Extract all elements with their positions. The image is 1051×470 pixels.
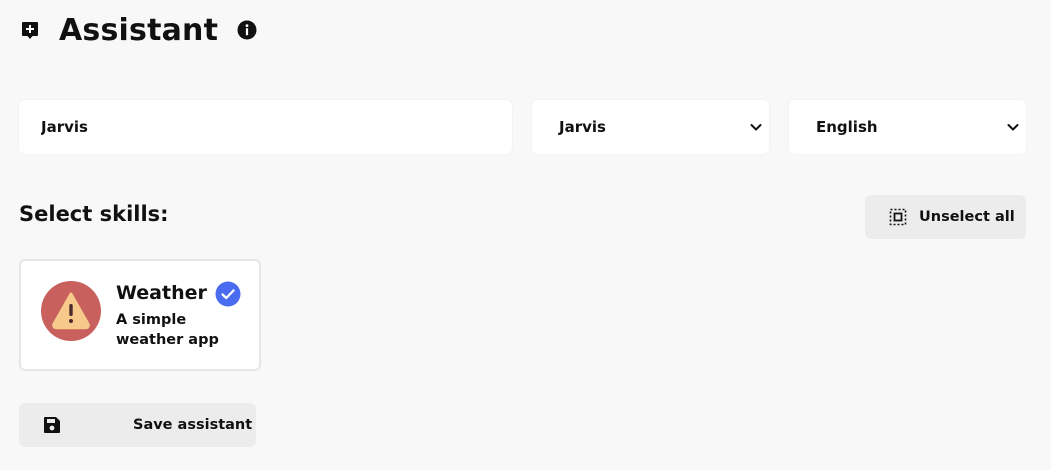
skill-name: Weather [116, 282, 207, 304]
assistant-page: Assistant Jarvis English Select skills: [0, 0, 1051, 470]
skill-card-weather[interactable]: Weather A simple weather app [19, 259, 261, 371]
language-select[interactable]: English [789, 100, 1026, 154]
skills-heading: Select skills: [19, 202, 169, 226]
save-assistant-button[interactable]: Save assistant [19, 403, 256, 447]
save-assistant-label: Save assistant [133, 417, 253, 433]
deselect-icon [889, 208, 907, 226]
assistant-name-field[interactable] [19, 100, 512, 154]
warning-icon [41, 281, 101, 341]
language-select-value: English [816, 118, 878, 136]
chevron-down-icon [749, 120, 763, 134]
unselect-all-label: Unselect all [919, 209, 1015, 225]
check-circle-icon[interactable] [215, 281, 241, 307]
floppy-disk-icon [43, 416, 61, 434]
skill-description: A simple weather app [116, 312, 219, 348]
assistant-plus-icon [20, 20, 40, 40]
page-header: Assistant [20, 10, 257, 50]
voice-select[interactable]: Jarvis [532, 100, 769, 154]
page-title: Assistant [59, 12, 219, 48]
assistant-name-input[interactable] [19, 100, 512, 154]
info-icon[interactable] [237, 20, 257, 40]
chevron-down-icon [1006, 120, 1020, 134]
unselect-all-button[interactable]: Unselect all [865, 195, 1026, 239]
voice-select-value: Jarvis [559, 118, 606, 136]
